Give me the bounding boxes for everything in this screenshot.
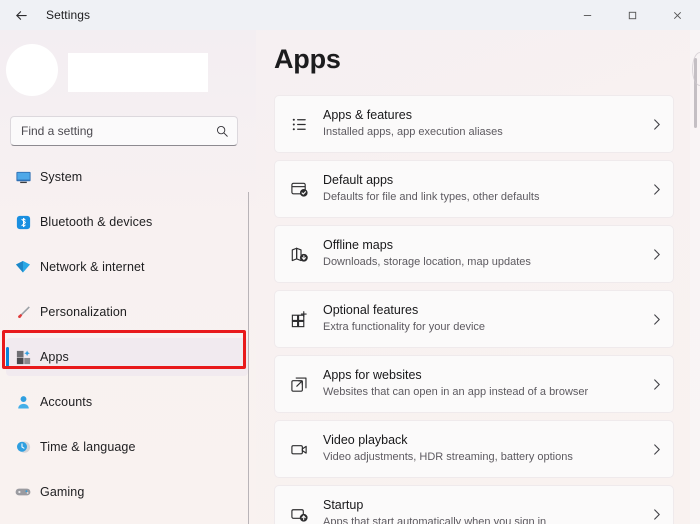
gamepad-icon: [6, 483, 40, 501]
settings-card-list: Apps & features Installed apps, app exec…: [274, 95, 674, 524]
card-video-playback[interactable]: Video playback Video adjustments, HDR st…: [274, 420, 674, 478]
sidebar-scrollbar[interactable]: [248, 192, 249, 524]
search-box[interactable]: [10, 116, 238, 146]
main-content: Apps Apps & features Installed apps, app…: [256, 30, 700, 524]
window-controls: [565, 0, 700, 30]
chevron-right-icon: [639, 443, 673, 456]
sidebar-item-system[interactable]: System: [6, 158, 248, 196]
content-scrollbar[interactable]: [690, 30, 700, 524]
startup-icon: [275, 505, 323, 524]
card-subtitle: Apps that start automatically when you s…: [323, 515, 639, 524]
sidebar-item-personalization[interactable]: Personalization: [6, 293, 248, 331]
card-apps-for-websites[interactable]: Apps for websites Websites that can open…: [274, 355, 674, 413]
sidebar-nav: System Bluetooth & devices: [0, 158, 256, 524]
chevron-right-icon: [639, 183, 673, 196]
card-title: Startup: [323, 497, 639, 514]
network-wifi-icon: [6, 258, 40, 276]
sidebar-item-label: Personalization: [40, 305, 127, 319]
card-subtitle: Downloads, storage location, map updates: [323, 255, 639, 270]
card-subtitle: Installed apps, app execution aliases: [323, 125, 639, 140]
back-arrow-icon: [14, 8, 29, 23]
chevron-right-icon: [639, 508, 673, 521]
card-title: Video playback: [323, 432, 639, 449]
card-text: Startup Apps that start automatically wh…: [323, 497, 639, 524]
card-subtitle: Video adjustments, HDR streaming, batter…: [323, 450, 639, 465]
bluetooth-icon: [6, 214, 40, 231]
card-default-apps[interactable]: Default apps Defaults for file and link …: [274, 160, 674, 218]
card-text: Apps & features Installed apps, app exec…: [323, 107, 639, 140]
card-apps-and-features[interactable]: Apps & features Installed apps, app exec…: [274, 95, 674, 153]
minimize-button[interactable]: [565, 0, 610, 30]
video-camera-icon: [275, 440, 323, 459]
window-title: Settings: [46, 8, 90, 22]
card-title: Offline maps: [323, 237, 639, 254]
chevron-right-icon: [639, 313, 673, 326]
chevron-right-icon: [639, 378, 673, 391]
card-text: Optional features Extra functionality fo…: [323, 302, 639, 335]
card-text: Offline maps Downloads, storage location…: [323, 237, 639, 270]
chevron-right-icon: [639, 118, 673, 131]
sidebar-item-accessibility[interactable]: Accessibility: [6, 518, 248, 524]
sidebar-item-label: Gaming: [40, 485, 84, 499]
sidebar-item-label: Accounts: [40, 395, 92, 409]
card-text: Default apps Defaults for file and link …: [323, 172, 639, 205]
card-subtitle: Websites that can open in an app instead…: [323, 385, 639, 400]
apps-grid-icon: [6, 349, 40, 366]
sidebar-item-label: Time & language: [40, 440, 136, 454]
card-subtitle: Extra functionality for your device: [323, 320, 639, 335]
grid-plus-icon: [275, 310, 323, 329]
sidebar-item-gaming[interactable]: Gaming: [6, 473, 248, 511]
card-title: Default apps: [323, 172, 639, 189]
account-name-redacted: [68, 53, 208, 92]
search-icon: [215, 124, 229, 138]
card-title: Optional features: [323, 302, 639, 319]
back-button[interactable]: [4, 1, 38, 29]
system-monitor-icon: [6, 169, 40, 186]
sidebar-item-label: System: [40, 170, 82, 184]
search-input[interactable]: [21, 124, 215, 138]
card-text: Video playback Video adjustments, HDR st…: [323, 432, 639, 465]
maximize-icon: [627, 10, 638, 21]
sidebar-item-label: Network & internet: [40, 260, 145, 274]
sidebar-item-time-language[interactable]: Time & language: [6, 428, 248, 466]
list-bullets-icon: [275, 115, 323, 134]
person-icon: [6, 394, 40, 411]
window-check-icon: [275, 180, 323, 199]
card-title: Apps for websites: [323, 367, 639, 384]
card-optional-features[interactable]: Optional features Extra functionality fo…: [274, 290, 674, 348]
sidebar-item-label: Apps: [40, 350, 69, 364]
avatar[interactable]: [6, 44, 58, 96]
settings-window: Settings: [0, 0, 700, 524]
sidebar-item-accounts[interactable]: Accounts: [6, 383, 248, 421]
account-block[interactable]: [0, 38, 256, 104]
card-offline-maps[interactable]: Offline maps Downloads, storage location…: [274, 225, 674, 283]
sidebar: System Bluetooth & devices: [0, 30, 256, 524]
card-title: Apps & features: [323, 107, 639, 124]
sidebar-item-label: Bluetooth & devices: [40, 215, 152, 229]
sidebar-item-bluetooth-devices[interactable]: Bluetooth & devices: [6, 203, 248, 241]
open-external-icon: [275, 375, 323, 394]
page-title: Apps: [274, 44, 341, 75]
chevron-right-icon: [639, 248, 673, 261]
card-text: Apps for websites Websites that can open…: [323, 367, 639, 400]
title-bar: Settings: [0, 0, 700, 30]
maximize-button[interactable]: [610, 0, 655, 30]
minimize-icon: [582, 10, 593, 21]
sidebar-item-network-internet[interactable]: Network & internet: [6, 248, 248, 286]
map-download-icon: [275, 245, 323, 264]
sidebar-item-apps[interactable]: Apps: [6, 338, 248, 376]
paintbrush-icon: [6, 304, 40, 321]
card-subtitle: Defaults for file and link types, other …: [323, 190, 639, 205]
close-icon: [672, 10, 683, 21]
close-button[interactable]: [655, 0, 700, 30]
clock-globe-icon: [6, 439, 40, 456]
card-startup[interactable]: Startup Apps that start automatically wh…: [274, 485, 674, 524]
